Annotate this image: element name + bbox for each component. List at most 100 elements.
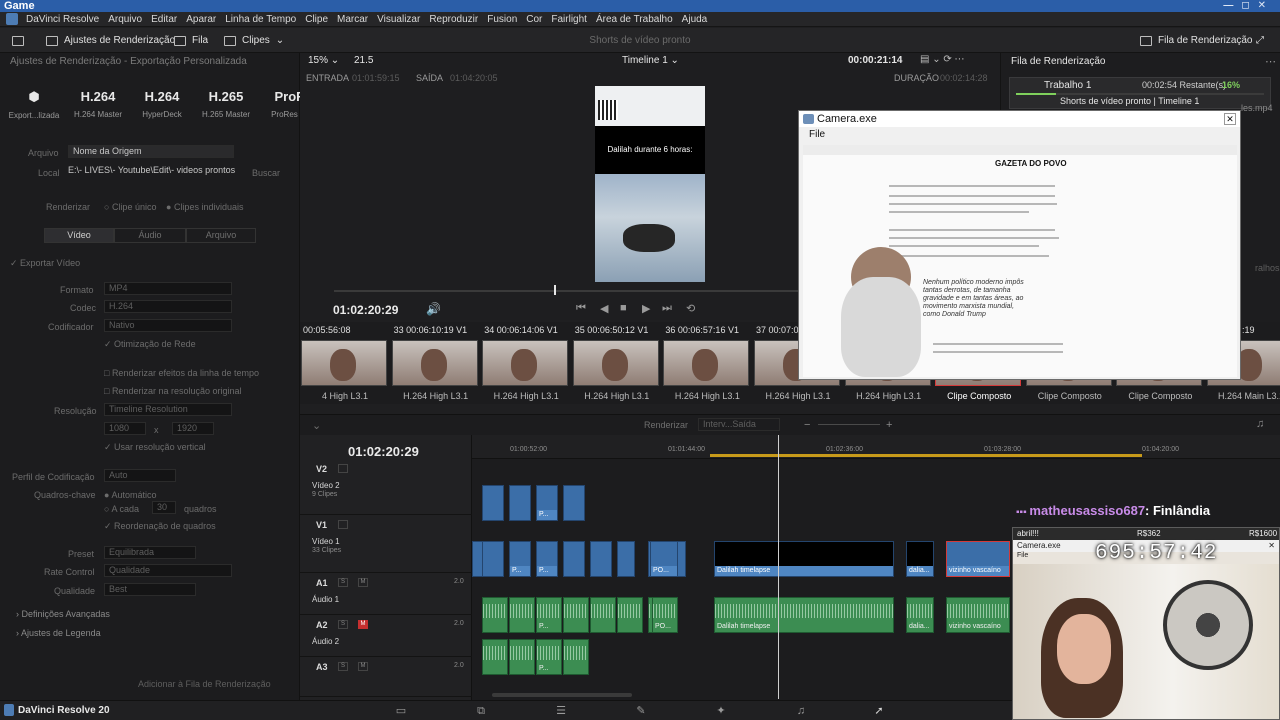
add-to-render-queue-button[interactable]: Adicionar à Fila de Renderização bbox=[138, 679, 271, 689]
video-clip[interactable]: P... bbox=[536, 485, 558, 521]
solo-button[interactable]: S bbox=[338, 620, 348, 629]
video-clip[interactable] bbox=[590, 541, 612, 577]
video-clip[interactable]: P... bbox=[536, 541, 558, 577]
clip-thumbnail[interactable] bbox=[391, 340, 478, 386]
track-header-v1[interactable]: V1 Vídeo 1 33 Clipes bbox=[300, 515, 472, 573]
tab-audio[interactable]: Áudio bbox=[114, 228, 186, 243]
menu-item-5[interactable]: Clipe bbox=[305, 12, 328, 27]
audio-clip[interactable]: dalia... bbox=[906, 597, 934, 633]
encoder-select[interactable]: Nativo bbox=[104, 319, 232, 332]
volume-icon[interactable]: 🔊 bbox=[426, 302, 441, 316]
menu-item-0[interactable]: DaVinci Resolve bbox=[26, 12, 99, 27]
queue-menu-icon[interactable]: ⋯ bbox=[1265, 55, 1276, 68]
cut-page-icon[interactable]: ⧉ bbox=[474, 705, 488, 717]
deliver-page-icon[interactable]: ➚ bbox=[872, 705, 886, 717]
render-original-checkbox[interactable]: □ Renderizar na resolução original bbox=[104, 386, 242, 396]
track-header-a1[interactable]: A1 Áudio 1 S M 2.0 bbox=[300, 573, 472, 615]
preset-select[interactable]: Equilibrada bbox=[104, 546, 196, 559]
subtitle-settings-toggle[interactable]: › Ajustes de Legenda bbox=[16, 628, 101, 638]
menu-item-9[interactable]: Fusion bbox=[487, 12, 517, 27]
render-settings-button[interactable]: Ajustes de Renderização bbox=[46, 33, 175, 49]
track-header-a3[interactable]: A3 S M 2.0 bbox=[300, 657, 472, 697]
preset-0[interactable]: ⬢ Export...lizada bbox=[4, 89, 64, 120]
clips-button[interactable]: Clipes ⌄ bbox=[224, 33, 284, 49]
menu-item-7[interactable]: Visualizar bbox=[377, 12, 420, 27]
preset-3[interactable]: H.265 H.265 Master bbox=[196, 89, 256, 119]
reorder-frames-checkbox[interactable]: ✓ Reordenação de quadros bbox=[104, 521, 216, 532]
camera-window[interactable]: Camera.exe ✕ File GAZETA DO POVO Nenhum … bbox=[798, 110, 1241, 380]
loop-icon[interactable]: ⟲ bbox=[686, 302, 695, 315]
mute-button[interactable]: M bbox=[358, 578, 368, 587]
track-header-v2[interactable]: V2 Vídeo 29 Clipes bbox=[300, 459, 472, 515]
format-select[interactable]: MP4 bbox=[104, 282, 232, 295]
zoom-in-icon[interactable]: + bbox=[886, 419, 892, 431]
zoom-select[interactable]: 15% ⌄ bbox=[308, 55, 339, 66]
quality-select[interactable]: Best bbox=[104, 583, 196, 596]
play-reverse-icon[interactable]: ◀ bbox=[600, 302, 608, 315]
menu-item-11[interactable]: Fairlight bbox=[551, 12, 587, 27]
export-video-checkbox[interactable]: ✓ Exportar Vídeo bbox=[10, 258, 80, 269]
single-clip-radio[interactable]: ○ Clipe único bbox=[104, 202, 156, 212]
clip-thumbnail[interactable] bbox=[663, 340, 750, 386]
solo-button[interactable]: S bbox=[338, 578, 348, 587]
video-clip[interactable]: Dalilah timelapse bbox=[714, 541, 894, 577]
video-clip[interactable] bbox=[563, 485, 585, 521]
queue-button[interactable]: Fila bbox=[174, 33, 208, 49]
video-clip[interactable]: P... bbox=[509, 541, 531, 577]
codec-select[interactable]: H.264 bbox=[104, 300, 232, 313]
audio-clip[interactable]: vizinho vascaíno bbox=[946, 597, 1010, 633]
video-clip[interactable] bbox=[482, 485, 504, 521]
audio-meter-icon[interactable]: ♫ bbox=[1256, 418, 1264, 430]
media-page-icon[interactable]: ▭ bbox=[394, 705, 408, 717]
zoom-slider[interactable] bbox=[818, 424, 880, 425]
playhead[interactable] bbox=[778, 435, 779, 699]
audio-clip[interactable]: PO... bbox=[652, 597, 678, 633]
encoding-profile-select[interactable]: Auto bbox=[104, 469, 176, 482]
menu-item-6[interactable]: Marcar bbox=[337, 12, 368, 27]
audio-clip[interactable] bbox=[563, 597, 589, 633]
window-controls[interactable]: —◻✕ bbox=[1223, 0, 1274, 12]
audio-clip[interactable] bbox=[563, 639, 589, 675]
track-header-a2[interactable]: A2 Áudio 2 S M 2.0 bbox=[300, 615, 472, 657]
preset-2[interactable]: H.264 HyperDeck bbox=[132, 89, 192, 119]
audio-clip[interactable] bbox=[590, 597, 616, 633]
advanced-settings-toggle[interactable]: › Definições Avançadas bbox=[16, 609, 110, 619]
tab-video[interactable]: Vídeo bbox=[44, 228, 114, 243]
audio-clip[interactable] bbox=[482, 639, 508, 675]
panel-toggle-icon[interactable] bbox=[12, 33, 24, 49]
audio-clip[interactable] bbox=[617, 597, 643, 633]
viewer-options-icon[interactable]: ▤ ⌄ ⟳ ⋯ bbox=[920, 54, 965, 65]
keyframes-auto-radio[interactable]: ● Automático bbox=[104, 490, 156, 500]
fusion-page-icon[interactable]: ✎ bbox=[634, 705, 648, 717]
audio-clip[interactable] bbox=[509, 639, 535, 675]
video-clip[interactable]: PO... bbox=[650, 541, 678, 577]
every-n-frames-radio[interactable]: ○ A cada bbox=[104, 504, 139, 514]
menu-item-2[interactable]: Editar bbox=[151, 12, 177, 27]
menu-item-12[interactable]: Área de Trabalho bbox=[596, 12, 673, 27]
clip-thumbnail[interactable] bbox=[482, 340, 569, 386]
fairlight-page-icon[interactable]: ♫ bbox=[794, 705, 808, 717]
track-monitor-icon[interactable] bbox=[338, 464, 348, 473]
browse-button[interactable]: Buscar bbox=[252, 168, 280, 178]
audio-clip[interactable]: P... bbox=[536, 639, 562, 675]
menu-item-13[interactable]: Ajuda bbox=[682, 12, 708, 27]
timeline-ruler[interactable]: 01:00:52:00 01:01:44:00 01:02:36:00 01:03:2… bbox=[472, 435, 1280, 459]
camera-menu-file[interactable]: File bbox=[799, 127, 1240, 143]
preset-1[interactable]: H.264 H.264 Master bbox=[68, 89, 128, 119]
menu-item-1[interactable]: Arquivo bbox=[108, 12, 142, 27]
zoom-out-icon[interactable]: − bbox=[804, 419, 810, 431]
timeline-scrollbar[interactable] bbox=[492, 693, 632, 697]
video-clip[interactable] bbox=[617, 541, 635, 577]
close-icon[interactable]: ✕ bbox=[1224, 113, 1236, 125]
solo-button[interactable]: S bbox=[338, 662, 348, 671]
rate-control-select[interactable]: Qualidade bbox=[104, 564, 232, 577]
scrubber-handle[interactable] bbox=[554, 285, 556, 295]
mute-button[interactable]: M bbox=[358, 662, 368, 671]
resolution-select[interactable]: Timeline Resolution bbox=[104, 403, 232, 416]
resolution-height-field[interactable]: 1920 bbox=[172, 422, 214, 435]
render-range-select[interactable]: Interv...Saída bbox=[698, 418, 780, 431]
audio-clip[interactable]: Dalilah timelapse bbox=[714, 597, 894, 633]
play-icon[interactable]: ▶ bbox=[642, 302, 650, 315]
network-opt-checkbox[interactable]: ✓ Otimização de Rede bbox=[104, 339, 196, 350]
video-clip[interactable]: dalia... bbox=[906, 541, 934, 577]
